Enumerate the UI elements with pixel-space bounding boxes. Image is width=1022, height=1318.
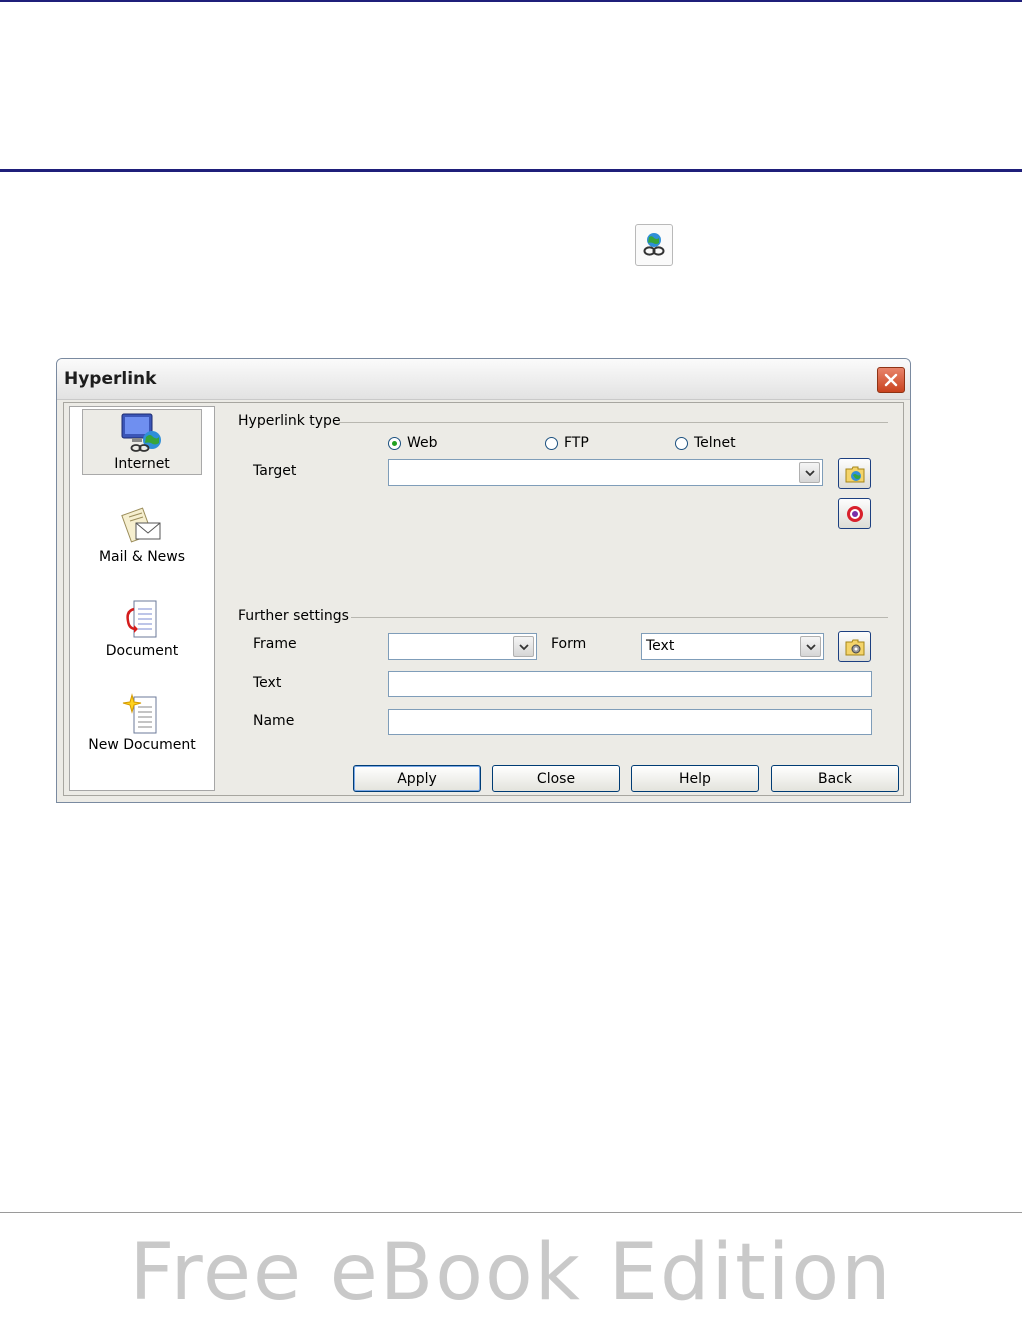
frame-dropdown-button[interactable] — [513, 636, 534, 657]
frame-combobox[interactable] — [388, 633, 537, 660]
back-button[interactable]: Back — [771, 765, 899, 792]
target-combobox[interactable] — [388, 459, 823, 486]
form-select[interactable]: Text — [641, 633, 824, 660]
group-divider — [339, 422, 888, 423]
radio-telnet-indicator — [675, 436, 688, 450]
radio-web-label: Web — [407, 435, 438, 451]
dialog-title: Hyperlink — [64, 369, 157, 389]
hyperlink-type-group-label: Hyperlink type — [238, 413, 341, 429]
chevron-down-icon — [804, 469, 815, 476]
sidebar-item-label: Internet — [114, 456, 170, 472]
target-icon — [846, 505, 863, 522]
chevron-down-icon — [518, 643, 529, 650]
close-window-button[interactable] — [877, 367, 905, 393]
hyperlink-toolbar-icon[interactable] — [635, 224, 673, 266]
chevron-down-icon — [805, 643, 816, 650]
radio-telnet[interactable]: Telnet — [675, 435, 736, 451]
events-button[interactable] — [838, 631, 871, 662]
radio-web[interactable]: Web — [388, 435, 438, 451]
top-rule — [0, 0, 1022, 2]
apply-button[interactable]: Apply — [353, 765, 481, 792]
close-icon — [884, 373, 898, 387]
target-in-document-button[interactable] — [838, 498, 871, 529]
footer-rule — [0, 1212, 1022, 1213]
target-dropdown-button[interactable] — [799, 462, 820, 483]
category-sidebar: Internet Mail & News Document New Docume… — [69, 406, 215, 791]
hyperlink-dialog: Hyperlink Internet Mail & News Document … — [56, 358, 911, 803]
name-field[interactable] — [388, 709, 872, 735]
header-rule — [0, 169, 1022, 172]
form-value: Text — [646, 638, 675, 654]
help-button[interactable]: Help — [631, 765, 759, 792]
name-label: Name — [253, 713, 295, 729]
mail-news-icon — [121, 507, 161, 543]
sidebar-item-mail-news[interactable]: Mail & News — [82, 503, 202, 569]
folder-globe-icon — [845, 466, 864, 482]
new-document-icon — [122, 693, 157, 734]
sidebar-item-label: Document — [105, 643, 179, 659]
radio-ftp-label: FTP — [564, 435, 589, 451]
dialog-body: Internet Mail & News Document New Docume… — [63, 402, 904, 796]
close-button[interactable]: Close — [492, 765, 620, 792]
radio-web-indicator — [388, 436, 401, 450]
dialog-titlebar: Hyperlink — [57, 359, 910, 400]
radio-ftp-indicator — [545, 436, 558, 450]
sidebar-item-internet[interactable]: Internet — [82, 409, 202, 475]
frame-label: Frame — [253, 636, 297, 652]
radio-telnet-label: Telnet — [694, 435, 736, 451]
text-label: Text — [253, 675, 282, 691]
folder-gear-icon — [845, 639, 864, 655]
internet-icon — [121, 413, 161, 452]
web-browser-button[interactable] — [838, 458, 871, 489]
radio-ftp[interactable]: FTP — [545, 435, 589, 451]
text-field[interactable] — [388, 671, 872, 697]
hyperlink-icon — [643, 233, 665, 256]
form-dropdown-button[interactable] — [800, 636, 821, 657]
sidebar-item-label: Mail & News — [98, 549, 186, 565]
further-settings-group-label: Further settings — [238, 608, 349, 624]
sidebar-item-new-document[interactable]: New Document — [82, 691, 202, 757]
group-divider — [351, 617, 888, 618]
document-icon — [126, 600, 157, 638]
target-label: Target — [253, 463, 297, 479]
form-label: Form — [551, 636, 587, 652]
watermark-text: Free eBook Edition — [129, 1228, 893, 1318]
sidebar-item-document[interactable]: Document — [82, 597, 202, 663]
sidebar-item-label: New Document — [88, 737, 196, 753]
